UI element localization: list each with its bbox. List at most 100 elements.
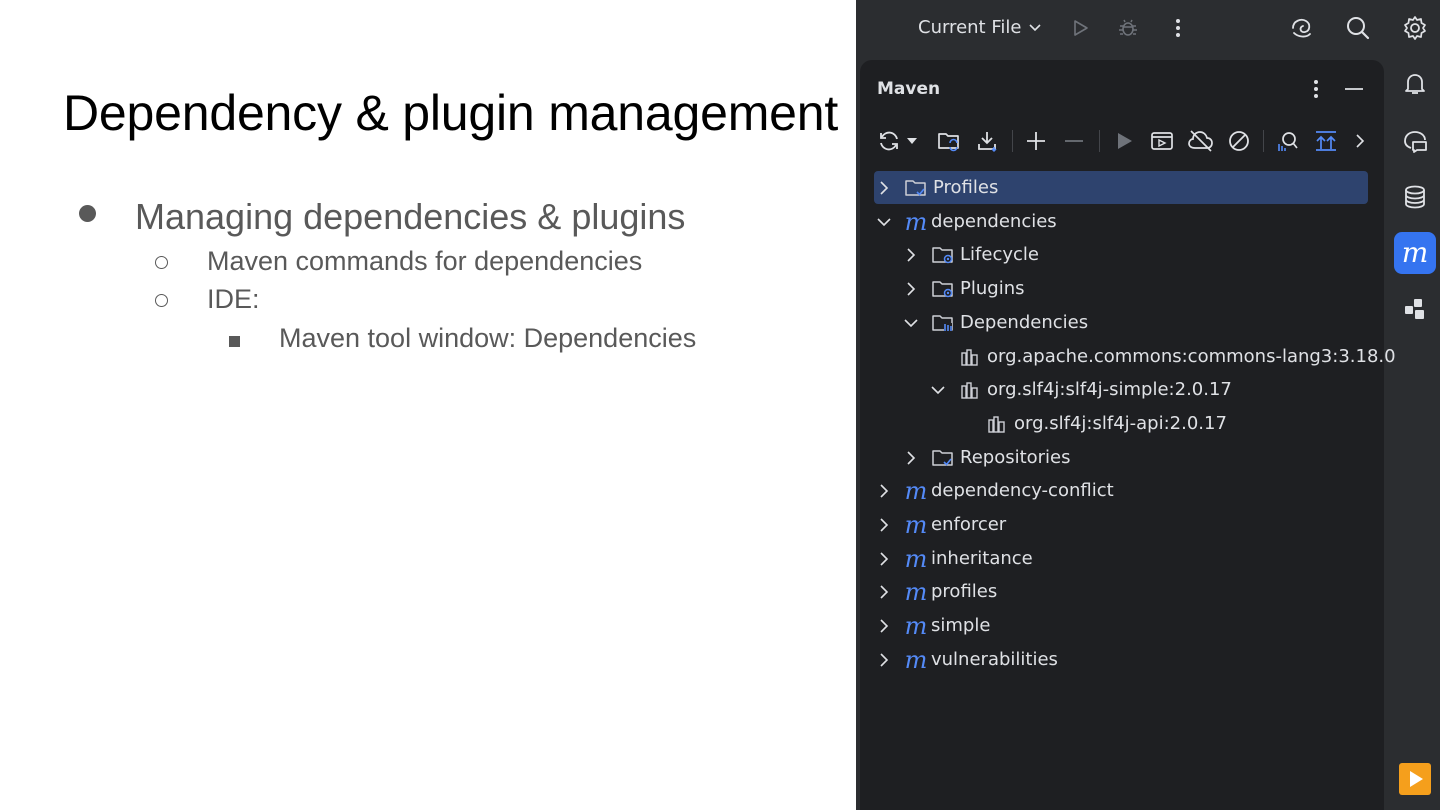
toolbar-separator [1099, 130, 1100, 152]
tree-row[interactable]: Lifecycle [860, 238, 1384, 272]
bullet-level2: IDE: [207, 284, 260, 314]
download-icon[interactable] [975, 128, 1001, 154]
chevron-down-icon[interactable] [931, 383, 945, 397]
search-icon[interactable] [1344, 14, 1372, 42]
ai-chat-icon[interactable] [1394, 120, 1436, 162]
show-dependencies-icon[interactable] [1275, 128, 1301, 154]
skip-tests-icon[interactable] [1226, 128, 1252, 154]
maven-module-icon: m [905, 648, 928, 672]
maven-glyph: m [904, 544, 928, 573]
remove-icon[interactable] [1061, 128, 1087, 154]
chevron-right-icon[interactable] [877, 552, 891, 566]
chevron-right-icon[interactable] [904, 451, 918, 465]
chevron-down-icon[interactable] [877, 215, 891, 229]
tree-row-label: org.slf4j:slf4j-api:2.0.17 [1014, 412, 1227, 434]
services-icon[interactable] [1394, 288, 1436, 330]
bullet-circle-icon [155, 294, 168, 307]
tree-row-label: inheritance [931, 547, 1033, 569]
run-widget-icon[interactable] [1394, 758, 1436, 800]
tree-row-label: Lifecycle [960, 244, 1039, 266]
debug-icon[interactable] [1116, 16, 1140, 40]
tree-row[interactable]: m profiles [860, 575, 1384, 609]
chevron-right-icon[interactable] [877, 653, 891, 667]
maven-module-icon: m [904, 578, 928, 607]
offline-mode-icon[interactable] [1188, 128, 1214, 154]
maven-module-icon: m [904, 511, 928, 539]
tree-row[interactable]: m dependencies [860, 205, 1384, 239]
chevron-right-icon[interactable] [877, 484, 891, 498]
run-icon[interactable] [1068, 16, 1092, 40]
tree-row[interactable]: Repositories [860, 441, 1384, 475]
chevron-right-icon[interactable] [1350, 128, 1370, 154]
run-configuration-selector[interactable]: Current File [918, 17, 1042, 38]
add-icon[interactable] [1023, 128, 1049, 154]
toolbar-separator [1012, 130, 1013, 152]
tree-row[interactable]: m enforcer [860, 508, 1384, 542]
bullet-level1: Managing dependencies & plugins [135, 196, 686, 237]
bullet-level3: Maven tool window: Dependencies [279, 323, 697, 353]
more-vertical-icon[interactable] [1166, 16, 1190, 40]
collapse-all-icon[interactable] [1313, 128, 1339, 154]
tree-row-label: Dependencies [960, 311, 1089, 333]
folder-library-icon [932, 312, 954, 334]
maven-module-icon: m [904, 544, 928, 573]
maven-tool-window-button[interactable]: m [1394, 232, 1436, 274]
tree-row[interactable]: m vulnerabilities [860, 643, 1384, 677]
chevron-right-icon[interactable] [904, 248, 918, 262]
library-icon [959, 379, 981, 401]
tree-row-label: org.slf4j:slf4j-simple:2.0.17 [987, 379, 1232, 401]
folder-gear-icon [932, 244, 954, 266]
panel-title: Maven [877, 79, 941, 99]
maven-glyph: m [904, 207, 928, 236]
dropdown-arrow-icon[interactable] [904, 128, 920, 154]
tree-row[interactable]: m inheritance [860, 542, 1384, 576]
minimize-icon[interactable] [1341, 76, 1367, 102]
tree-row[interactable]: org.slf4j:slf4j-simple:2.0.17 [860, 373, 1384, 407]
bullet-square-icon [229, 336, 240, 347]
chevron-right-icon[interactable] [904, 282, 918, 296]
tree-row[interactable]: m simple [860, 609, 1384, 643]
bullet-level2: Maven commands for dependencies [207, 246, 643, 276]
generate-sources-folder-icon[interactable] [936, 128, 962, 154]
tree-row-label: profiles [931, 581, 998, 603]
run-configuration-label: Current File [918, 17, 1022, 38]
tree-row[interactable]: Profiles [860, 171, 1384, 205]
maven-glyph: m [904, 511, 928, 539]
execute-goal-icon[interactable] [1149, 128, 1175, 154]
ai-assistant-icon[interactable] [1288, 14, 1316, 42]
tree-row[interactable]: m dependency-conflict [860, 474, 1384, 508]
database-icon[interactable] [1394, 176, 1436, 218]
tree-row[interactable]: org.slf4j:slf4j-api:2.0.17 [860, 407, 1384, 441]
folder-gear-icon [932, 278, 954, 300]
tree-row[interactable]: org.apache.commons:commons-lang3:3.18.0 [860, 340, 1396, 374]
maven-tool-window: Maven Profiles m dependencies Lifecycle … [860, 60, 1396, 810]
tree-row-label: Repositories [960, 446, 1071, 468]
folder-check-icon [905, 177, 927, 199]
ide-toolbar: Current File [856, 0, 1386, 56]
more-vertical-icon[interactable] [1303, 76, 1329, 102]
tree-row-label: simple [931, 615, 991, 637]
ide-window: Current File m Maven Profiles m dependen… [856, 0, 1440, 810]
chevron-right-icon[interactable] [877, 181, 891, 195]
bullet-circle-icon [155, 256, 168, 269]
library-icon [986, 413, 1008, 435]
chevron-down-icon [1029, 23, 1042, 31]
run-maven-build-icon[interactable] [1111, 128, 1137, 154]
reload-icon[interactable] [876, 128, 902, 154]
tree-row-label: Profiles [933, 177, 999, 198]
chevron-right-icon[interactable] [877, 619, 891, 633]
tree-row[interactable]: Dependencies [860, 306, 1384, 340]
chevron-right-icon[interactable] [877, 585, 891, 599]
chevron-right-icon[interactable] [877, 518, 891, 532]
folder-check-icon [932, 447, 954, 469]
tree-row[interactable]: Plugins [860, 272, 1384, 306]
toolbar-separator [1263, 130, 1264, 152]
library-icon [959, 346, 981, 368]
tree-row-label: vulnerabilities [931, 648, 1058, 670]
settings-gear-icon[interactable] [1394, 7, 1436, 49]
maven-glyph: m [904, 578, 928, 607]
chevron-down-icon[interactable] [904, 316, 918, 330]
tree-row-label: dependency-conflict [931, 480, 1114, 502]
tree-row-label: org.apache.commons:commons-lang3:3.18.0 [987, 345, 1396, 367]
notifications-bell-icon[interactable] [1394, 63, 1436, 105]
